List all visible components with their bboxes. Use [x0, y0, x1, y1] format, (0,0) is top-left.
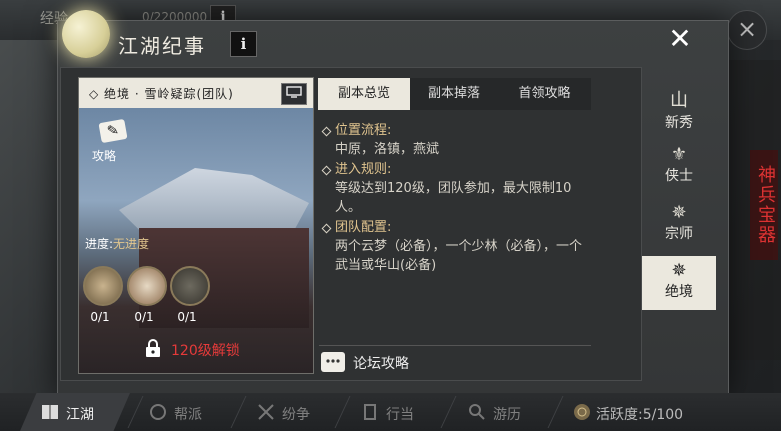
overview-info: 位置流程: 中原，洛镇，燕斌 进入规则: 等级达到120级，团队参加，最大限制1… [321, 122, 591, 277]
boss-portrait-2[interactable] [127, 266, 167, 306]
side-tab-label: 绝境 [665, 284, 693, 300]
bottom-tab-profession[interactable]: 行当 [386, 404, 414, 424]
guide-scroll-icon: ✎ [98, 118, 128, 144]
activity-coin-icon [572, 402, 592, 422]
progress-label: 进度: [85, 237, 114, 251]
side-tab-label: 新秀 [665, 115, 693, 131]
side-tab-label: 宗师 [665, 226, 693, 242]
section-team: 团队配置: 两个云梦（必备），一个少林（必备），一个武当或华山(必备) [321, 219, 591, 275]
boss-count-1: 0/1 [90, 310, 110, 324]
magnifier-icon [467, 402, 487, 422]
unlock-requirement: 120级解锁 [145, 338, 295, 360]
dungeon-card-header: ◇ 绝境 · 雪岭疑踪(团队) [79, 78, 313, 108]
screen-icon[interactable] [281, 83, 307, 105]
tab-drops[interactable]: 副本掉落 [410, 78, 498, 110]
guide-badge[interactable]: ✎ 攻略 [92, 115, 128, 163]
progress-value: 无进度 [113, 237, 150, 251]
book-icon [40, 402, 60, 422]
boss-count-2: 0/1 [134, 310, 154, 324]
tab-overview[interactable]: 副本总览 [318, 78, 410, 110]
panel-title: 江湖纪事 [118, 34, 206, 58]
dungeon-title: ◇ 绝境 · 雪岭疑踪(团队) [89, 87, 234, 101]
moon-emblem-icon [62, 10, 110, 58]
chat-bubble-icon [321, 352, 345, 372]
bottom-tab-jianghu[interactable]: 江湖 [66, 404, 94, 424]
section-body: 中原，洛镇，燕斌 [335, 142, 440, 157]
section-heading: 进入规则: [321, 161, 591, 179]
section-body: 两个云梦（必备），一个少林（必备），一个武当或华山(必备) [335, 239, 583, 273]
outer-close-button[interactable]: × [727, 10, 767, 50]
lock-icon [145, 338, 161, 358]
shenbing-banner[interactable]: 神兵宝器 [750, 150, 778, 260]
crest-icon: ⚜ [670, 144, 688, 165]
section-rules: 进入规则: 等级达到120级，团队参加，最大限制10人。 [321, 161, 591, 217]
side-tab-newbie[interactable]: 山 新秀 [642, 82, 716, 136]
side-tab-extreme[interactable]: ✵ 绝境 [642, 256, 716, 310]
guide-label: 攻略 [92, 149, 117, 163]
panel-close-button[interactable]: ✕ [660, 22, 700, 58]
forum-guide-button[interactable]: 论坛攻略 [319, 345, 591, 376]
bottom-tab-guild[interactable]: 帮派 [174, 404, 202, 424]
mountain-icon: 山 [670, 90, 688, 111]
section-location: 位置流程: 中原，洛镇，燕斌 [321, 122, 591, 159]
side-tab-master[interactable]: ✵ 宗师 [642, 198, 716, 252]
side-tab-label: 侠士 [665, 168, 693, 184]
bottom-tab-travel[interactable]: 游历 [493, 404, 521, 424]
side-tab-hero[interactable]: ⚜ 侠士 [642, 140, 716, 194]
title-info-button[interactable]: i [230, 31, 257, 57]
progress-text: 进度:无进度 [85, 235, 149, 252]
bottom-tab-dispute[interactable]: 纷争 [282, 404, 310, 424]
boss-count-3: 0/1 [177, 310, 197, 324]
section-heading: 团队配置: [321, 219, 591, 237]
unlock-text: 120级解锁 [171, 343, 240, 359]
boss-portrait-3[interactable] [170, 266, 210, 306]
activity-counter[interactable]: 活跃度:5/100 [596, 404, 683, 424]
tab-boss-guide[interactable]: 首领攻略 [498, 78, 591, 110]
swords-icon [256, 402, 276, 422]
emblem-icon: ✵ [671, 260, 687, 281]
section-body: 等级达到120级，团队参加，最大限制10人。 [335, 181, 572, 215]
guild-icon [148, 402, 168, 422]
forum-label: 论坛攻略 [353, 356, 409, 372]
emblem-icon: ✵ [671, 202, 687, 223]
profession-icon [360, 402, 380, 422]
section-heading: 位置流程: [321, 122, 591, 140]
boss-portrait-1[interactable] [83, 266, 123, 306]
